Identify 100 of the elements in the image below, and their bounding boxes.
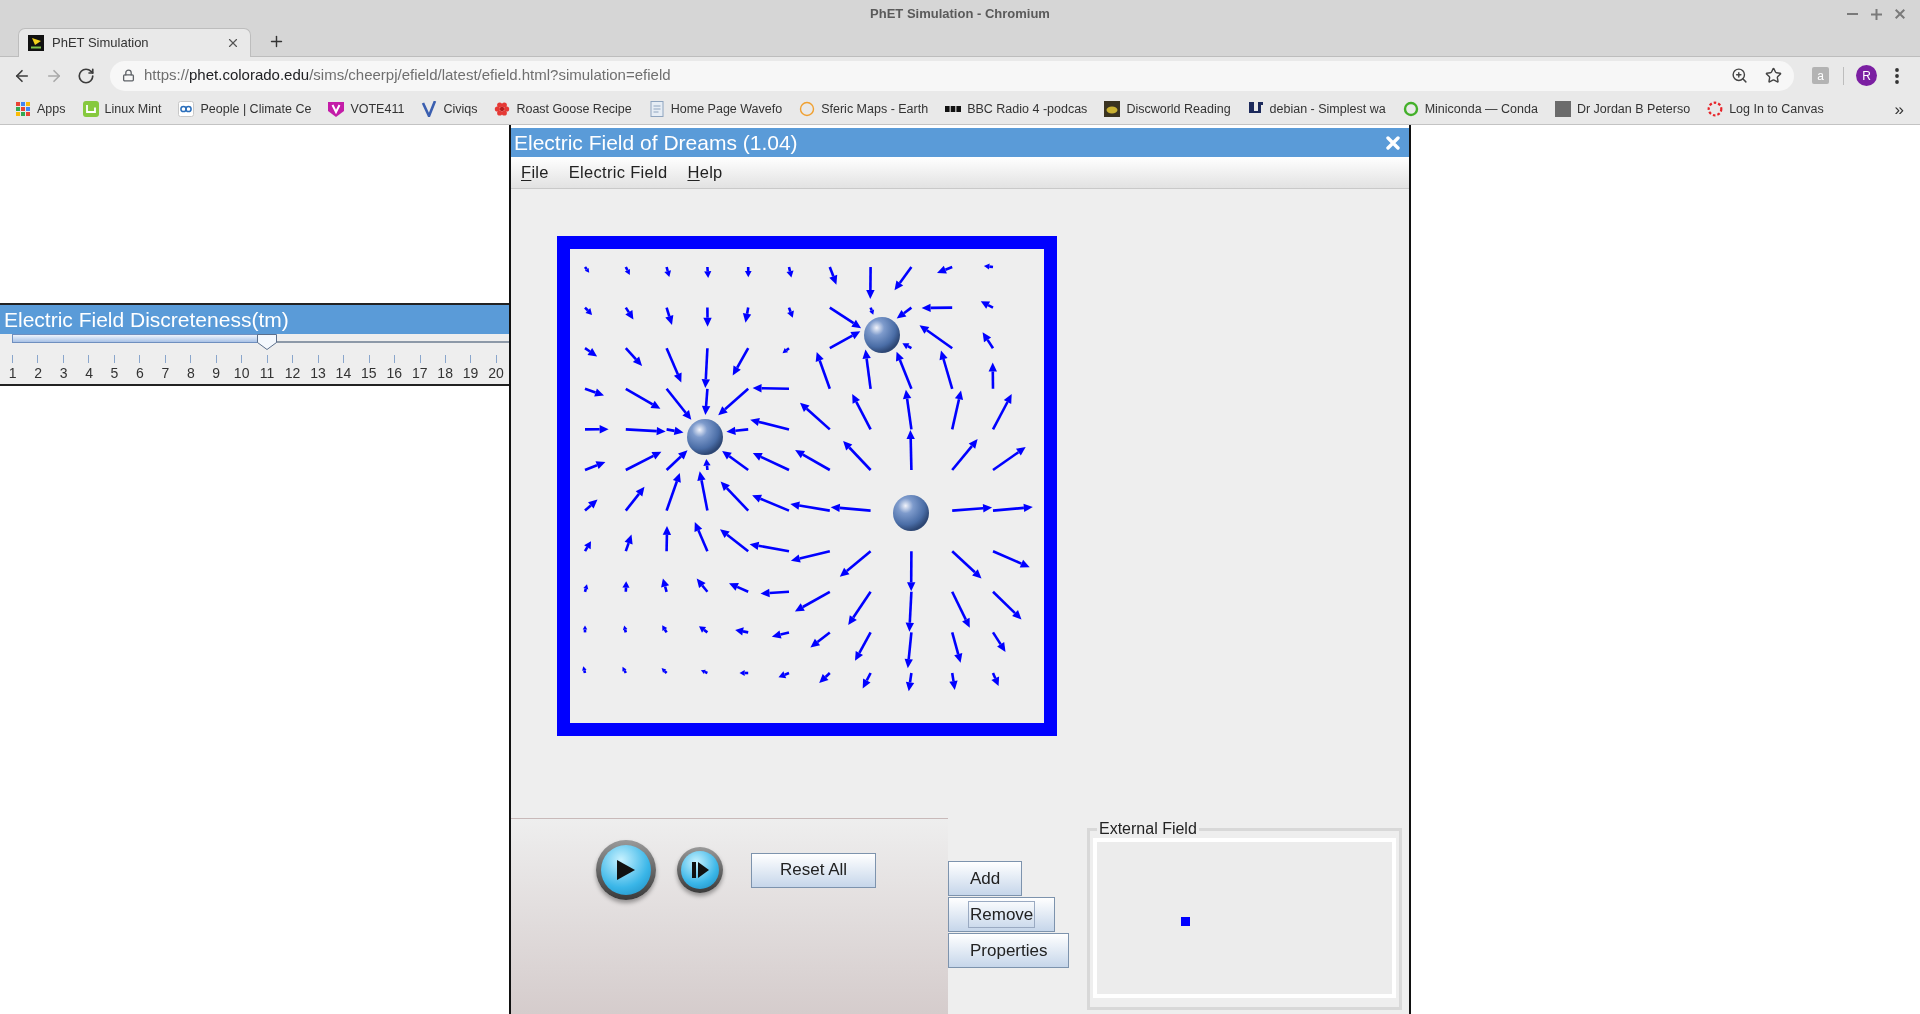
window-title: PhET Simulation - Chromium [870, 5, 1050, 24]
address-bar[interactable]: https://phet.colorado.edu/sims/cheerpj/efield/latest/efield.html?simulation=efield [110, 60, 1794, 91]
bookmark-link[interactable]: VOTE411 [324, 99, 409, 119]
field-arrow [742, 307, 752, 323]
charge-sphere[interactable] [864, 317, 900, 353]
tick-mark [470, 355, 472, 363]
charge-sphere[interactable] [687, 419, 723, 455]
close-window-button[interactable] [1892, 6, 1908, 22]
logo-icon [28, 35, 44, 51]
tick-mark [292, 355, 294, 363]
field-arrow [992, 447, 1026, 472]
charge-sphere[interactable] [893, 495, 929, 531]
dotted-ring-icon [1707, 101, 1724, 117]
bookmarks-overflow-button[interactable]: » [1894, 100, 1904, 118]
bookmark-link[interactable]: Linux Mint [78, 99, 166, 119]
field-arrow [992, 590, 1022, 620]
bookmark-link[interactable]: Dr Jordan B Peterso [1550, 99, 1695, 119]
field-arrow [983, 263, 994, 270]
field-arrow [828, 266, 838, 285]
reset-all-button[interactable]: Reset All [751, 852, 876, 888]
square-handle-icon[interactable] [1181, 917, 1190, 926]
tick-mark [113, 355, 115, 363]
minimize-icon [1846, 13, 1858, 15]
field-arrow [752, 384, 790, 393]
charge-action-button[interactable]: Remove [948, 897, 1056, 932]
field-arrow [624, 266, 630, 275]
field-arrow [662, 625, 668, 634]
field-arrow [699, 626, 709, 634]
field-arrow [839, 550, 872, 577]
bookmark-link[interactable]: Civiqs [417, 99, 482, 119]
profile-button[interactable]: R [1856, 65, 1877, 86]
field-arrow [729, 583, 749, 593]
field-arrow [720, 481, 750, 512]
bookmark-link[interactable]: Home Page Wavefo [644, 99, 787, 119]
zoom-icon [1730, 67, 1748, 84]
field-arrow [583, 584, 589, 593]
close-button[interactable] [1385, 134, 1401, 151]
browser-tab[interactable]: PhET Simulation [18, 28, 251, 57]
bookmark-link[interactable]: Discworld Reading [1100, 99, 1235, 119]
menu-item[interactable]: Help [677, 160, 733, 185]
field-arrow [582, 625, 588, 633]
shield-icon [328, 101, 345, 117]
field-arrow [992, 550, 1030, 568]
field-arrow [991, 631, 1006, 652]
field-arrow [625, 451, 662, 472]
field-arrow [800, 402, 831, 431]
bookmark-link[interactable]: Miniconda — Conda [1398, 99, 1542, 119]
field-arrow [896, 306, 913, 319]
step-button[interactable] [677, 847, 723, 893]
field-arrow [625, 387, 661, 409]
field-arrow [744, 267, 752, 278]
field-arrow [988, 362, 997, 389]
bookmark-link[interactable]: debian - Simplest wa [1243, 99, 1390, 119]
tick-mark [419, 355, 421, 363]
menu-item[interactable]: File [511, 160, 559, 185]
tick-mark [266, 355, 268, 363]
field-arrow [584, 347, 598, 357]
tick-mark [394, 355, 396, 363]
field-arrow [722, 450, 749, 472]
menu-item[interactable]: Electric Field [558, 160, 678, 185]
charge-action-button[interactable]: Properties [948, 933, 1070, 968]
bookmark-link[interactable]: People | Climate Ce [174, 99, 316, 119]
bookmark-link[interactable]: Sferic Maps - Earth [795, 99, 933, 119]
field-arrow [829, 306, 862, 329]
bookmark-link[interactable]: Apps [11, 99, 70, 119]
field-arrow [582, 666, 587, 674]
field-arrow [921, 303, 953, 313]
field-arrow [907, 551, 916, 592]
field-arrow [665, 388, 692, 420]
field-arrow [843, 441, 872, 471]
field-arrow [584, 499, 598, 512]
photo-placeholder-icon [1554, 101, 1571, 117]
tick-mark [368, 355, 370, 363]
field-arrow [905, 591, 914, 632]
play-icon [616, 859, 636, 881]
document-icon [648, 101, 665, 117]
field-arrow [906, 430, 915, 471]
close-icon [226, 36, 240, 50]
check-icon [421, 101, 438, 117]
bookmark-link[interactable]: Roast Goose Recipe [490, 99, 636, 119]
field-arrow [810, 631, 831, 648]
play-button[interactable] [596, 840, 656, 900]
square-logo-icon [82, 101, 99, 117]
bookmark-link[interactable]: Log In to Canvas [1703, 99, 1828, 119]
maximize-button[interactable] [1868, 6, 1884, 22]
field-arrow [624, 486, 645, 512]
field-arrow [937, 265, 953, 274]
field-arrow [982, 332, 995, 349]
field-arrow [584, 461, 606, 472]
charge-action-button[interactable]: Add [948, 861, 1023, 896]
reload-icon [77, 66, 95, 85]
tick-mark [37, 355, 39, 363]
bookmark-link[interactable]: BBC Radio 4 -podcas [941, 99, 1092, 119]
field-arrow [980, 301, 994, 309]
panel-title: Electric Field Discreteness(tm) [4, 309, 289, 330]
field-arrow [665, 347, 682, 383]
field-arrow [739, 670, 749, 676]
panel-title: External Field [1098, 820, 1198, 838]
field-arrow [778, 671, 790, 679]
field-arrow [949, 672, 958, 690]
